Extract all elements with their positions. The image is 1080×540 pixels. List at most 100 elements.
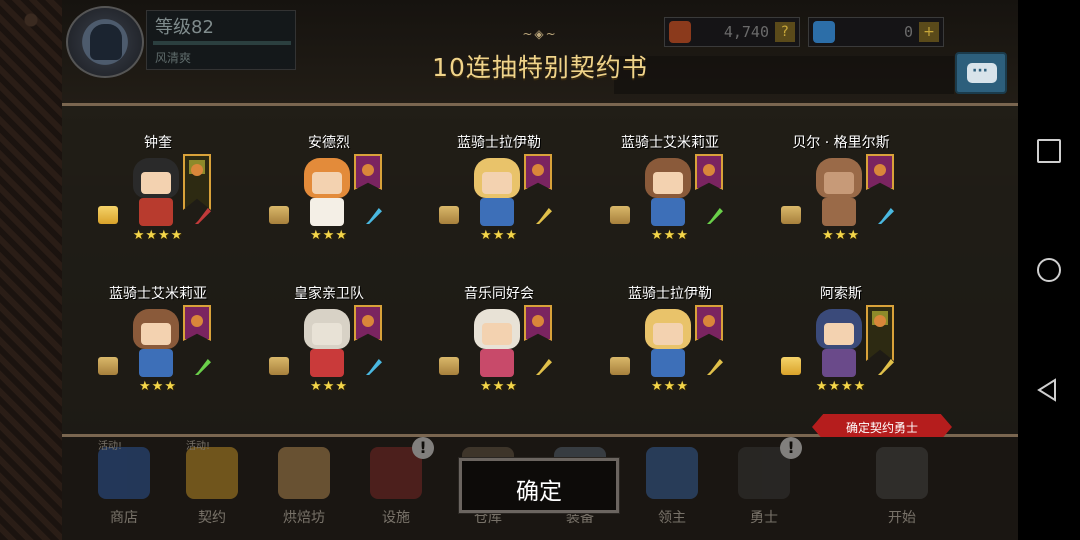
rank-banner-icon [866,305,894,361]
hero-stars: ★★★ [310,228,348,243]
back-icon[interactable] [1037,378,1057,402]
menu-item[interactable]: 领主 [632,437,712,540]
hammer-weapon-icon [878,208,894,224]
gem-add-button[interactable]: + [919,22,939,42]
rank-banner-icon [524,305,552,341]
contract-scroll-icon [781,357,801,375]
rank-banner-icon [524,154,552,190]
hero-sprite [296,154,358,230]
hero-face [312,323,342,345]
rank-banner-icon [866,154,894,190]
hero-face [653,172,683,194]
hero-card[interactable]: 蓝骑士艾米莉亚 ★★★ [93,283,223,443]
page-title: 10连抽特别契约书 [432,53,648,82]
menu-item[interactable]: 设施! [356,437,436,540]
hero-face [312,172,342,194]
hero-body [480,349,514,377]
hero-sprite [125,305,187,381]
menu-item[interactable]: 契约 活动! [172,437,252,540]
player-info-box: 等级82 风清爽 [146,10,296,70]
hero-name: 安德烈 [308,135,350,151]
rank-banner-icon [695,154,723,190]
player-avatar[interactable] [66,6,144,78]
hero-card[interactable]: 蓝骑士拉伊勒 ★★★ [605,283,735,443]
menu-event-tag: 活动! [186,441,211,452]
hero-card[interactable]: 钟奎 ★★★★ [93,132,223,292]
hero-sprite [808,305,870,381]
gold-icon [669,21,691,43]
hero-face [482,172,512,194]
menu-icon [98,447,150,499]
menu-event-tag: 活动! [98,441,123,452]
hero-sprite [466,154,528,230]
menu-label: 勇士 [750,510,778,526]
hero-body [480,198,514,226]
hero-card[interactable]: 安德烈 ★★★ [264,132,394,292]
hero-name: 蓝骑士艾米莉亚 [621,135,719,151]
hero-sprite [637,154,699,230]
left-ornate-border [0,0,62,540]
hero-name: 贝尔 · 格里尔斯 [792,135,890,151]
hero-body [822,198,856,226]
hero-stars: ★★★ [822,228,860,243]
hero-card[interactable]: 蓝骑士拉伊勒 ★★★ [434,132,564,292]
staff-weapon-icon [707,359,723,375]
menu-item[interactable]: 烘焙坊 [264,437,344,540]
hero-stars: ★★★★ [132,228,184,243]
chat-bubble-icon [967,63,997,83]
rank-banner-icon [183,305,211,341]
contract-result-panel: 钟奎 ★★★★ 安德烈 ★★★ 蓝骑士拉伊勒 ★★★ 蓝骑士艾米莉亚 ★★★ 贝尔 · 格里尔斯… [62,103,1018,437]
menu-label: 契约 [198,510,226,526]
gold-info-button[interactable]: ? [775,22,795,42]
confirm-button[interactable]: 确定 [458,457,620,514]
gem-icon [813,21,835,43]
rank-banner-icon [183,154,211,210]
menu-label: 开始 [888,510,916,526]
hero-sprite [296,305,358,381]
hero-sprite [125,154,187,230]
hero-stars: ★★★ [139,379,177,394]
hero-card[interactable]: 蓝骑士艾米莉亚 ★★★ [605,132,735,292]
hero-card[interactable]: 皇家亲卫队 ★★★ [264,283,394,443]
hero-face [141,172,171,194]
home-icon[interactable] [1037,258,1061,282]
menu-label: 设施 [382,510,410,526]
hero-body [139,198,173,226]
contract-scroll-icon [269,357,289,375]
gold-resource: 4,740 ? [664,17,800,47]
confirm-warrior-label: 确定契约勇士 [845,421,918,435]
contract-scroll-icon [98,357,118,375]
menu-icon [278,447,330,499]
hero-body [310,198,344,226]
contract-scroll-icon [98,206,118,224]
chat-button[interactable] [955,52,1007,94]
recents-icon[interactable] [1037,139,1061,163]
menu-icon [646,447,698,499]
rank-banner-icon [695,305,723,341]
hero-sprite [808,154,870,230]
hero-card[interactable]: 音乐同好会 ★★★ [434,283,564,443]
hero-name: 蓝骑士拉伊勒 [628,286,712,302]
menu-item[interactable]: 勇士! [724,437,804,540]
hero-sprite [637,305,699,381]
sword-weapon-icon [195,208,211,224]
contract-scroll-icon [439,357,459,375]
avatar-portrait [90,24,122,60]
hero-body [139,349,173,377]
hero-name: 蓝骑士艾米莉亚 [109,286,207,302]
menu-item[interactable]: 商店 活动! [84,437,164,540]
hero-stars: ★★★★ [815,379,867,394]
hero-stars: ★★★ [480,379,518,394]
menu-icon [186,447,238,499]
menu-item[interactable]: 开始 [862,437,942,540]
hero-stars: ★★★ [651,379,689,394]
hero-body [651,198,685,226]
hero-card[interactable]: 贝尔 · 格里尔斯 ★★★ [776,132,906,292]
hero-face [824,172,854,194]
gem-resource: 0 + [808,17,944,47]
hero-body [310,349,344,377]
rank-banner-icon [354,305,382,341]
contract-scroll-icon [269,206,289,224]
staff-weapon-icon [536,208,552,224]
hero-name: 音乐同好会 [464,286,534,302]
